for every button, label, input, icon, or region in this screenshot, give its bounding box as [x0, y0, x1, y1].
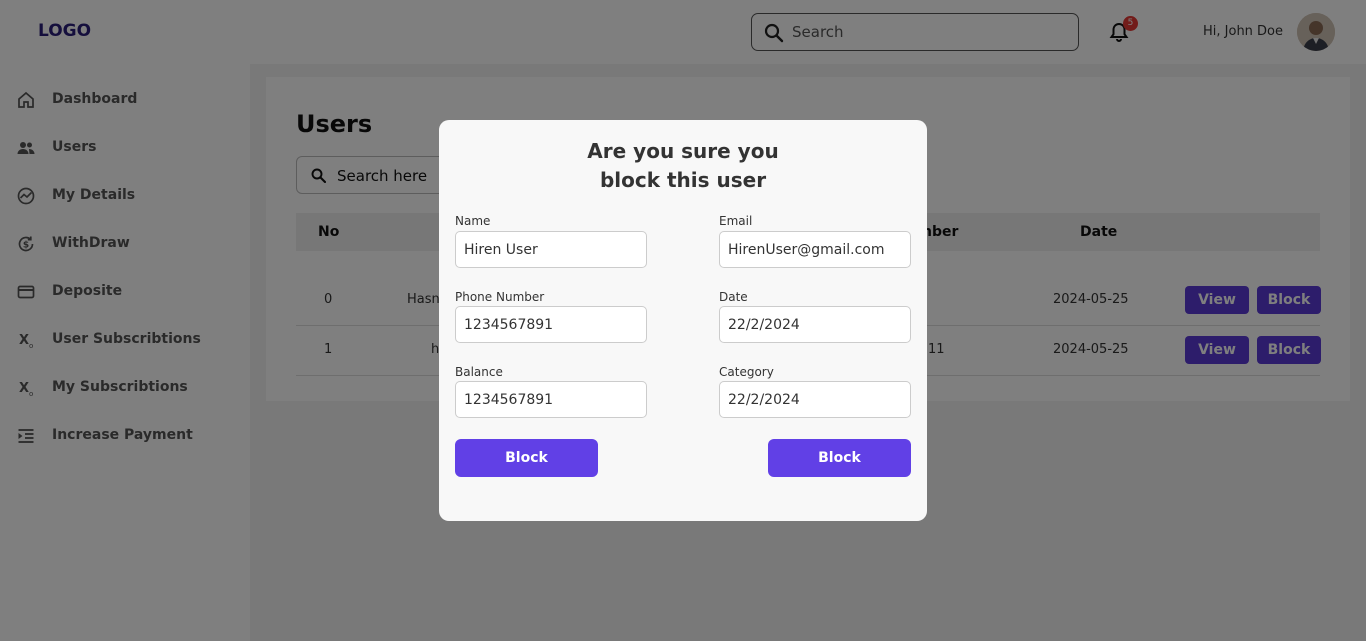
block-user-modal: Are you sure you block this user Name Em… [439, 120, 927, 521]
name-field[interactable] [455, 231, 647, 268]
category-field[interactable] [719, 381, 911, 418]
name-label: Name [455, 214, 491, 228]
modal-title-line-2: block this user [599, 168, 767, 192]
modal-title: Are you sure you block this user [439, 137, 927, 195]
modal-title-line-1: Are you sure you [587, 139, 779, 163]
block-confirm-button[interactable]: Block [455, 439, 598, 477]
phone-field[interactable] [455, 306, 647, 343]
date-label: Date [719, 290, 748, 304]
email-label: Email [719, 214, 753, 228]
date-field[interactable] [719, 306, 911, 343]
balance-field[interactable] [455, 381, 647, 418]
email-field[interactable] [719, 231, 911, 268]
block-secondary-button[interactable]: Block [768, 439, 911, 477]
phone-label: Phone Number [455, 290, 545, 304]
balance-label: Balance [455, 365, 503, 379]
category-label: Category [719, 365, 774, 379]
